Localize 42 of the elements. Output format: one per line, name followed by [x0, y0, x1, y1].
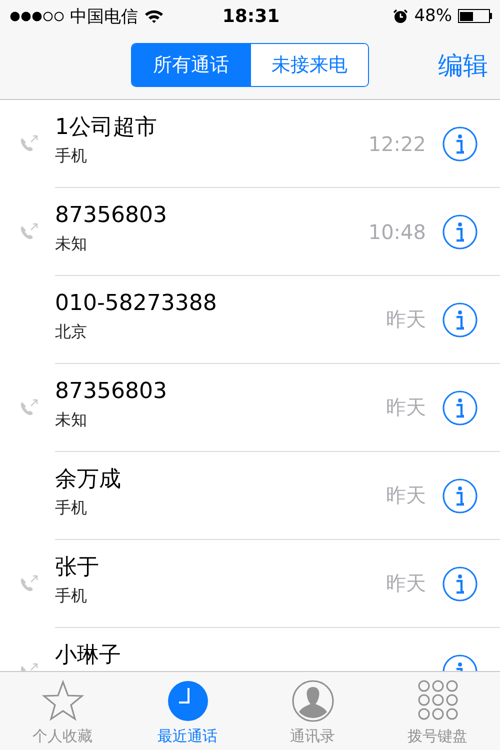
call-label: 未知 [55, 234, 88, 254]
info-icon[interactable] [442, 566, 478, 602]
signal-icon [10, 10, 64, 22]
caller-name: 87356803 [55, 378, 168, 406]
person-icon [290, 679, 334, 723]
keypad-tab[interactable]: 拨号键盘 [375, 672, 500, 750]
edit-button[interactable]: 编辑 [436, 45, 490, 86]
clock-time: 18:31 [222, 6, 280, 26]
caller-name: 1公司超市 [55, 114, 158, 142]
call-label: 手机 [55, 498, 88, 518]
call-time: 10:48 [368, 220, 426, 244]
call-time: 昨天 [386, 394, 426, 421]
call-label: 北京 [55, 322, 88, 342]
battery-icon [458, 9, 492, 23]
call-time: 昨天 [386, 482, 426, 509]
carrier-name: 中国电信 [70, 6, 138, 28]
contacts-tab[interactable]: 通讯录 [250, 672, 375, 750]
segment-tab[interactable]: 所有通话 [132, 44, 250, 86]
recents-tab[interactable]: 最近通话 [125, 672, 250, 750]
caller-name: 张于 [55, 554, 100, 582]
star-icon [40, 679, 84, 723]
info-icon[interactable] [442, 390, 478, 426]
caller-name: 余万成 [55, 466, 122, 494]
call-label: 手机 [55, 586, 88, 606]
clock-icon [166, 679, 210, 723]
info-icon[interactable] [442, 478, 478, 514]
wifi-icon [144, 8, 164, 24]
call-time: 12:22 [368, 132, 426, 156]
caller-name: 87356803 [55, 202, 168, 230]
segment-tab[interactable]: 未接来电 [250, 44, 368, 86]
call-label: 未知 [55, 410, 88, 430]
info-icon[interactable] [442, 214, 478, 250]
call-time: 昨天 [386, 570, 426, 597]
call-label: 手机 [55, 146, 88, 166]
alarm-icon [393, 8, 408, 24]
favorites-tab[interactable]: 个人收藏 [0, 672, 125, 750]
call-time: 昨天 [386, 306, 426, 333]
info-icon[interactable] [442, 302, 478, 338]
battery-percent: 48% [414, 6, 452, 26]
caller-name: 小琳子 [55, 642, 122, 670]
caller-name: 010-58273388 [55, 290, 218, 318]
info-icon[interactable] [442, 126, 478, 162]
